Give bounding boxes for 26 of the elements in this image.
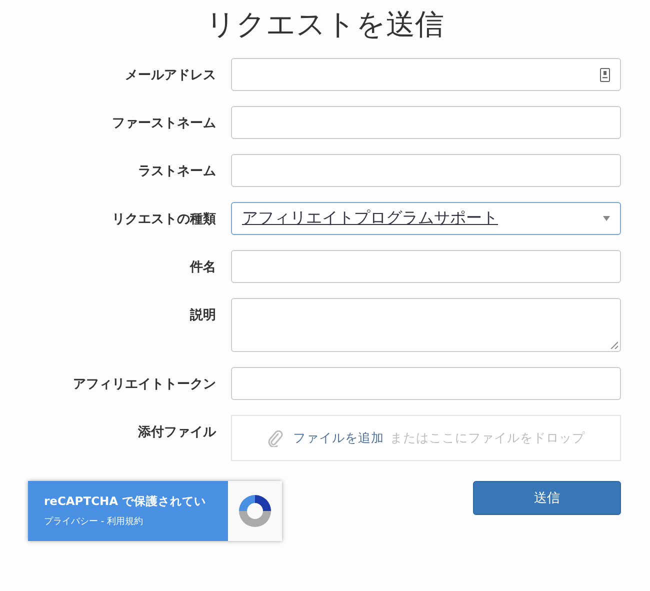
contact-card-icon (600, 68, 610, 82)
email-field[interactable] (231, 58, 621, 91)
recaptcha-title: reCAPTCHA で保護されてい (44, 494, 208, 509)
page-title: リクエストを送信 (205, 6, 445, 43)
file-drop-zone[interactable]: ファイルを追加 またはここにファイルをドロップ (231, 415, 621, 461)
resize-grip-icon (610, 341, 618, 349)
dropdown-caret-icon (603, 216, 610, 221)
field-label: メールアドレス (124, 66, 216, 84)
add-file-link[interactable]: ファイルを追加 (293, 430, 384, 446)
field-label: リクエストの種類 (111, 210, 216, 228)
request-type-dropdown[interactable]: アフィリエイトプログラムサポート (231, 202, 621, 235)
field-label: アフィリエイトトークン (72, 376, 216, 392)
privacy-terms-link[interactable]: プライバシー - 利用規約 (44, 515, 228, 528)
text-field[interactable] (231, 367, 621, 400)
field-label: ファーストネーム (111, 114, 216, 132)
paperclip-icon (267, 429, 283, 447)
field-label: 添付ファイル (137, 424, 216, 441)
drop-hint: またはここにファイルをドロップ (390, 430, 585, 446)
submit-button[interactable]: 送信 (473, 481, 621, 515)
text-field[interactable] (231, 250, 621, 283)
field-label: 説明 (188, 307, 216, 324)
text-field[interactable] (231, 154, 621, 187)
field-label: 件名 (188, 258, 216, 276)
field-label: ラストネーム (137, 162, 216, 180)
description-field[interactable] (231, 298, 621, 352)
text-field[interactable] (231, 106, 621, 139)
